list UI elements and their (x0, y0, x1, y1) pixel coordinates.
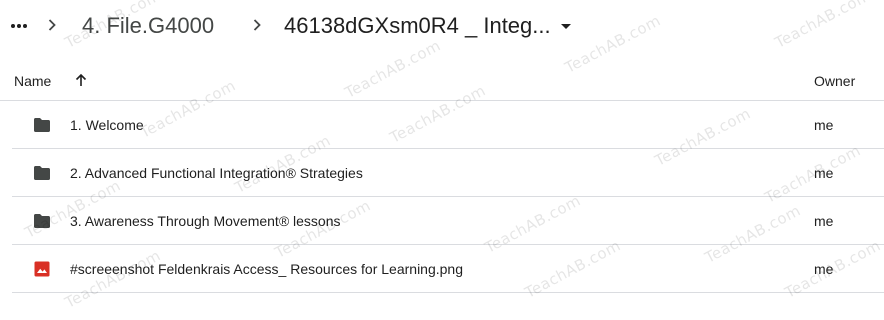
file-owner: me (814, 165, 834, 181)
file-owner: me (814, 117, 834, 133)
file-row[interactable]: 1. Welcome me (12, 101, 884, 149)
arrow-drop-down-icon (560, 23, 571, 29)
folder-icon (34, 214, 50, 228)
file-row[interactable]: 3. Awareness Through Movement® lessons m… (12, 197, 884, 245)
image-file-icon (34, 261, 50, 277)
folder-icon (34, 118, 50, 132)
file-name: #screeenshot Feldenkrais Access_ Resourc… (70, 261, 463, 277)
chevron-right-icon (46, 17, 58, 33)
file-list-header: Name Owner (0, 60, 884, 101)
column-header-owner[interactable]: Owner (814, 72, 855, 90)
chevron-right-icon (251, 17, 263, 33)
more-options-button[interactable] (6, 13, 32, 39)
file-name: 3. Awareness Through Movement® lessons (70, 213, 341, 229)
file-name: 1. Welcome (70, 117, 144, 133)
file-name: 2. Advanced Functional Integration® Stra… (70, 165, 363, 181)
file-row[interactable]: #screeenshot Feldenkrais Access_ Resourc… (12, 245, 884, 293)
breadcrumb-current-folder[interactable]: 46138dGXsm0R4 _ Integ... (284, 10, 571, 42)
file-row[interactable]: 2. Advanced Functional Integration® Stra… (12, 149, 884, 197)
arrow-upward-icon[interactable] (72, 71, 90, 89)
breadcrumb-parent-folder[interactable]: 4. File.G4000 (82, 10, 214, 42)
breadcrumb: 4. File.G4000 46138dGXsm0R4 _ Integ... (0, 0, 884, 56)
folder-icon (34, 166, 50, 180)
breadcrumb-current-label: 46138dGXsm0R4 _ Integ... (284, 13, 551, 38)
column-header-name[interactable]: Name (14, 72, 51, 90)
file-owner: me (814, 261, 834, 277)
drive-file-browser: 4. File.G4000 46138dGXsm0R4 _ Integ... N… (0, 0, 884, 320)
more-horiz-icon (11, 24, 27, 28)
file-owner: me (814, 213, 834, 229)
